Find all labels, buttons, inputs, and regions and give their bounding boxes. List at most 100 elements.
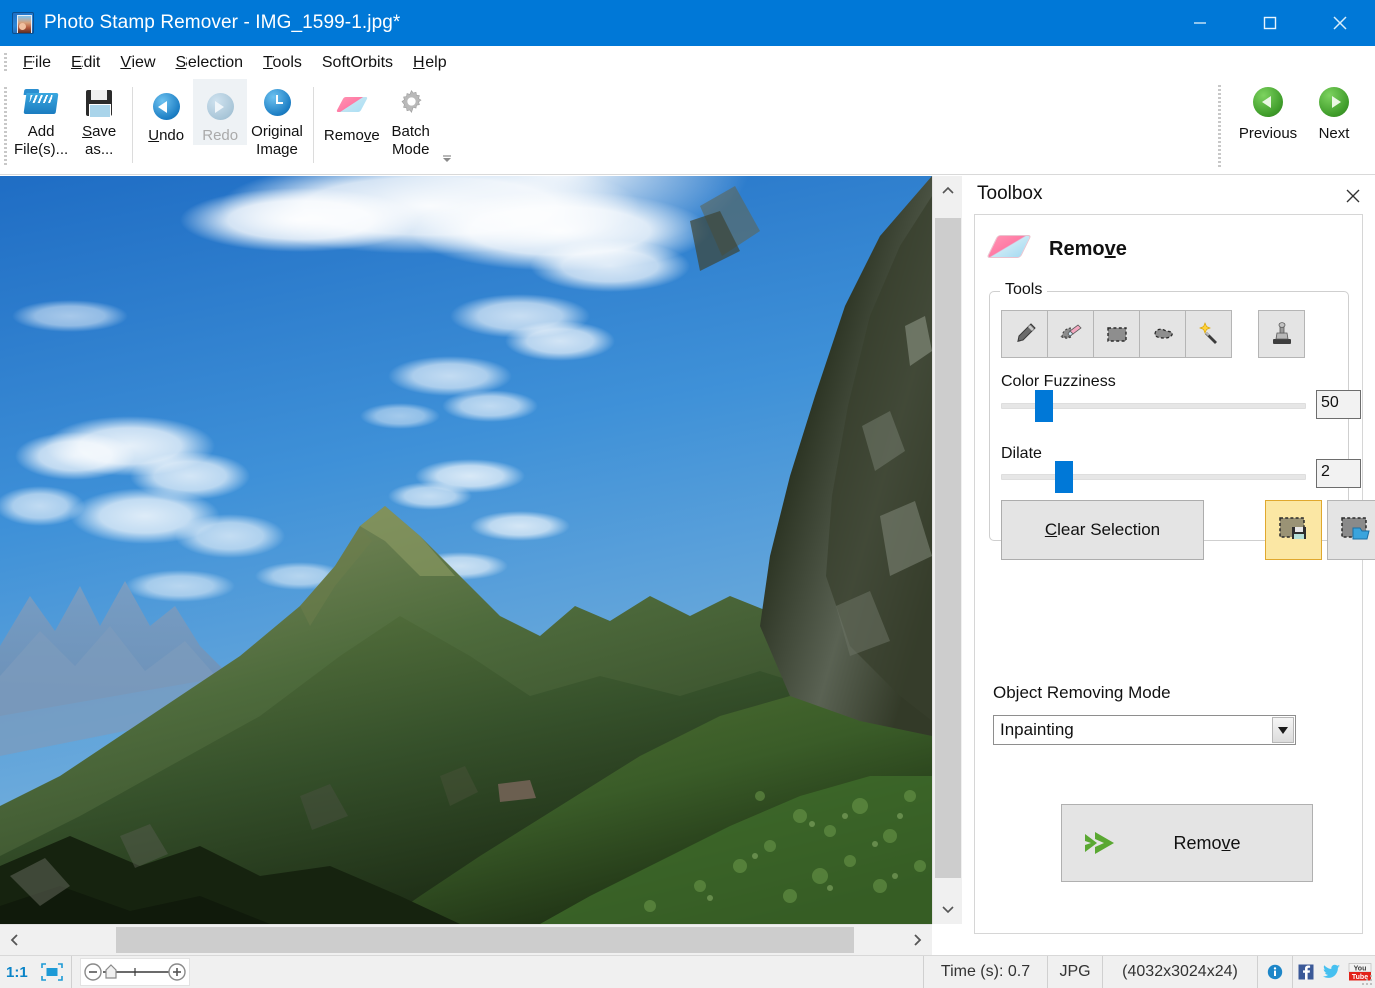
zoom-slider-control[interactable]: [80, 958, 190, 986]
batch-mode-button[interactable]: BatchMode: [384, 79, 438, 160]
maximize-button[interactable]: [1235, 0, 1305, 46]
scroll-right-button[interactable]: [902, 925, 932, 955]
menu-item-tools[interactable]: TTools: [253, 51, 312, 75]
redo-button[interactable]: Redo: [193, 79, 247, 145]
load-selection-icon: [1339, 514, 1373, 546]
rectangle-select-tool-button[interactable]: [1093, 310, 1140, 358]
save-selection-icon: [1277, 514, 1311, 546]
dilate-label: Dilate: [1001, 445, 1042, 463]
dilate-thumb[interactable]: [1055, 461, 1073, 493]
magic-wand-tool-button[interactable]: [1185, 310, 1232, 358]
brush-eraser-icon: [1058, 321, 1084, 347]
toolbox-panel: Toolbox Remove Tools: [962, 176, 1375, 946]
lasso-select-tool-button[interactable]: [1139, 310, 1186, 358]
canvas-horizontal-scrollbar[interactable]: [0, 924, 932, 955]
application-window: Photo Stamp Remover - IMG_1599-1.jpg* FF…: [0, 0, 1375, 988]
facebook-button[interactable]: [1293, 964, 1319, 980]
remove-toolbar-button[interactable]: Remove: [320, 79, 384, 145]
scroll-up-button[interactable]: [933, 176, 963, 206]
nav-grip[interactable]: [1218, 85, 1221, 169]
photo-image: [0, 176, 932, 924]
original-image-label: OriginalImage: [251, 123, 303, 160]
twitter-icon: [1323, 964, 1341, 980]
window-controls: [1165, 0, 1375, 46]
menu-item-selection[interactable]: SSelection: [166, 51, 254, 75]
dilate-value[interactable]: 2: [1316, 459, 1361, 488]
twitter-button[interactable]: [1319, 964, 1345, 980]
color-fuzziness-slider[interactable]: [1001, 403, 1306, 409]
resize-grip[interactable]: [1361, 974, 1373, 986]
green-double-arrow-icon: [1082, 826, 1124, 860]
pencil-tool-button[interactable]: [1001, 310, 1048, 358]
vertical-scroll-thumb[interactable]: [935, 218, 961, 878]
color-fuzziness-thumb[interactable]: [1035, 390, 1053, 422]
remove-action-button[interactable]: Remove: [1061, 804, 1313, 882]
menu-item-help[interactable]: HHelp: [403, 51, 457, 75]
scroll-left-button[interactable]: [0, 925, 30, 955]
dilate-slider[interactable]: [1001, 474, 1306, 480]
redo-label: Redo: [202, 127, 238, 145]
undo-button[interactable]: Undo: [139, 79, 193, 145]
facebook-icon: [1298, 964, 1314, 980]
original-image-button[interactable]: OriginalImage: [247, 79, 307, 160]
previous-label: Previous: [1239, 125, 1297, 142]
remove-section-header: Remove: [989, 229, 1127, 269]
chevron-right-icon: [910, 933, 924, 947]
info-button[interactable]: [1258, 956, 1293, 988]
chevron-up-icon: [941, 184, 955, 198]
add-files-button[interactable]: AddFile(s)...: [10, 79, 72, 160]
color-fuzziness-value[interactable]: 50: [1316, 390, 1361, 419]
zoom-ratio-label[interactable]: 1:1: [0, 956, 34, 988]
toolbox-body: Remove Tools: [974, 214, 1363, 934]
status-bar: 1:1 Tim: [0, 955, 1375, 988]
processing-time-label: Time (s): 0.7: [923, 956, 1048, 988]
toolbar-grip[interactable]: [4, 87, 7, 167]
stamp-icon: [1269, 321, 1295, 347]
remove-action-label: Remove: [1124, 833, 1312, 854]
toolbox-close-button[interactable]: [1341, 184, 1365, 208]
save-as-button[interactable]: Saveas...: [72, 79, 126, 160]
save-selection-button[interactable]: [1265, 500, 1322, 560]
info-icon: [1267, 964, 1283, 980]
scroll-down-button[interactable]: [933, 894, 963, 924]
zoom-in-icon: [169, 964, 185, 980]
remove-toolbar-label: Remove: [324, 127, 380, 145]
toolbar-file-group: AddFile(s)... Saveas... Undo Redo: [10, 79, 454, 175]
tools-group-legend: Tools: [1000, 281, 1047, 299]
gear-icon: [394, 85, 428, 119]
toolbox-header: Toolbox: [962, 176, 1375, 214]
remove-section-title: Remove: [1049, 238, 1127, 261]
clear-selection-button[interactable]: Clear Selection: [1001, 500, 1204, 560]
fit-to-screen-button[interactable]: [34, 956, 72, 988]
menu-item-softorbits[interactable]: SoftOrbits: [312, 51, 403, 75]
close-button[interactable]: [1305, 0, 1375, 46]
next-label: Next: [1319, 125, 1350, 142]
image-dimensions-label: (4032x3024x24): [1103, 956, 1258, 988]
image-canvas[interactable]: [0, 176, 932, 924]
save-as-label: Saveas...: [82, 123, 116, 160]
app-icon: [12, 12, 34, 34]
load-selection-button[interactable]: [1327, 500, 1375, 560]
menu-bar: FFile EEdit VView SSelection TTools Soft…: [0, 46, 1375, 79]
minimize-button[interactable]: [1165, 0, 1235, 46]
magic-wand-icon: [1196, 321, 1222, 347]
next-button[interactable]: Next: [1301, 79, 1367, 142]
horizontal-scroll-thumb[interactable]: [116, 927, 854, 953]
menu-item-view[interactable]: VView: [110, 51, 165, 75]
tools-group: Tools: [989, 291, 1349, 541]
green-right-arrow-icon: [1319, 87, 1349, 117]
tools-row: [1001, 310, 1305, 358]
canvas-vertical-scrollbar[interactable]: [932, 176, 962, 924]
previous-button[interactable]: Previous: [1235, 79, 1301, 142]
object-removing-mode-select[interactable]: Inpainting: [993, 715, 1296, 745]
floppy-save-icon: [82, 85, 116, 119]
menu-item-file[interactable]: FFile: [13, 51, 61, 75]
toolbar-overflow-button[interactable]: [440, 153, 454, 167]
clear-selection-label: Clear Selection: [1045, 520, 1160, 540]
menu-item-edit[interactable]: EEdit: [61, 51, 110, 75]
clone-stamp-tool-button[interactable]: [1258, 310, 1305, 358]
chevron-down-icon[interactable]: [1272, 717, 1294, 743]
undo-arrow-icon: [149, 89, 183, 123]
menu-grip[interactable]: [4, 53, 7, 73]
eraser-tool-button[interactable]: [1047, 310, 1094, 358]
